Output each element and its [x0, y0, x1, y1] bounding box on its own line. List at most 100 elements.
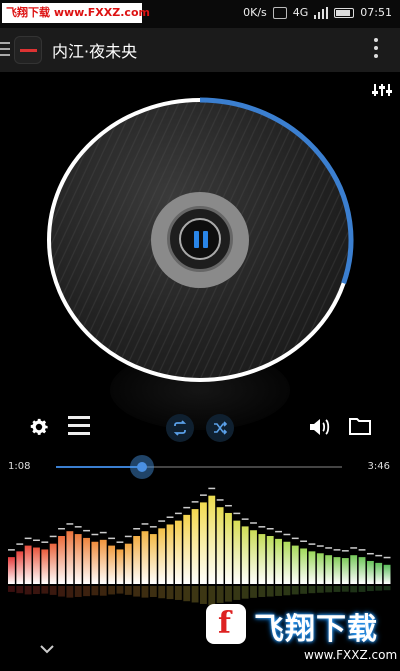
equalizer-icon[interactable] [372, 82, 392, 98]
spectrum-peak [333, 549, 341, 551]
spectrum-bar [375, 562, 383, 584]
spectrum-bar [58, 536, 65, 584]
spectrum-reflection [16, 586, 24, 594]
spectrum-bar [291, 545, 299, 584]
cast-icon [272, 6, 287, 19]
spectrum-bar [233, 520, 241, 584]
current-time: 1:08 [8, 461, 31, 472]
status-indicators: 0K/s 4G 07:51 [243, 6, 392, 19]
spectrum-bar [383, 564, 391, 584]
spectrum-peak [99, 531, 107, 534]
spectrum-peak [174, 512, 182, 515]
spectrum-peak [208, 487, 216, 490]
spectrum-peak [58, 528, 65, 530]
spectrum-peak [33, 539, 40, 542]
spectrum-bar [283, 541, 291, 584]
spectrum-peak [108, 537, 116, 540]
spectrum-peak [366, 552, 374, 555]
spectrum-bar [116, 549, 124, 584]
spectrum-peak [300, 540, 308, 542]
spectrum-bar [124, 543, 132, 584]
spectrum-reflection [266, 586, 274, 597]
spectrum-reflection [166, 586, 174, 600]
spectrum-peak [350, 547, 358, 549]
seek-bar[interactable] [56, 466, 342, 468]
spectrum-reflection [291, 586, 299, 595]
more-options-icon[interactable] [374, 38, 378, 60]
spectrum-bar [183, 514, 191, 584]
spectrum-bar [74, 534, 82, 584]
spectrum-bar [258, 534, 266, 584]
spectrum-bar [350, 555, 358, 584]
spectrum-peak [325, 547, 333, 549]
spectrum-peak [291, 537, 299, 540]
spectrum-reflection [308, 586, 316, 594]
spectrum-bar [241, 526, 249, 584]
spectrum-reflection [275, 586, 282, 596]
spectrum-peak [41, 541, 49, 543]
spectrum-bar [133, 536, 141, 584]
spectrum-peak [316, 545, 324, 547]
watermark-url: www.FXXZ.com [304, 648, 398, 662]
menu-icon[interactable] [0, 40, 10, 58]
spectrum-peak [8, 549, 15, 551]
spectrum-reflection [233, 586, 241, 600]
spectrum-reflection [83, 586, 90, 597]
spectrum-peak [200, 494, 207, 496]
spectrum-peak [66, 523, 74, 525]
spectrum-bar [316, 553, 324, 584]
spectrum-peak [266, 528, 274, 530]
spectrum-reflection [141, 586, 149, 598]
chevron-down-icon[interactable] [40, 644, 54, 654]
shuffle-icon [214, 421, 228, 435]
spectrum-bar [108, 545, 116, 584]
spectrum-reflection [241, 586, 249, 599]
spectrum-peak [16, 543, 24, 545]
spectrum-bar [300, 548, 308, 584]
folder-icon[interactable] [348, 416, 372, 436]
spectrum-peak [141, 523, 149, 525]
total-time: 3:46 [367, 461, 390, 472]
spectrum-bar [166, 524, 174, 584]
shuffle-button[interactable] [206, 414, 234, 442]
spectrum-reflection [358, 586, 366, 592]
playlist-icon[interactable] [68, 416, 90, 438]
spectrum-bar [66, 531, 74, 584]
spectrum-bar [141, 531, 149, 584]
spectrum-bar [158, 528, 166, 584]
spectrum-peak [250, 522, 257, 524]
spectrum-peak [24, 537, 32, 540]
spectrum-peak [166, 516, 174, 518]
spectrum-bar [250, 530, 257, 584]
spectrum-reflection [99, 586, 107, 596]
album-disc [45, 96, 355, 384]
settings-gear-icon[interactable] [28, 416, 50, 438]
spectrum-peak [308, 543, 316, 545]
spectrum-bar [99, 539, 107, 584]
spectrum-peak [49, 535, 57, 538]
repeat-icon [173, 420, 187, 436]
repeat-button[interactable] [166, 414, 194, 442]
seek-thumb[interactable] [129, 455, 154, 479]
battery-icon [334, 7, 355, 18]
spectrum-reflection [74, 586, 82, 597]
spectrum-peak [341, 550, 349, 552]
seek-bar-fill [56, 466, 142, 468]
spectrum-reflection [316, 586, 324, 593]
spectrum-reflection [24, 586, 32, 595]
spectrum-reflection [300, 586, 308, 594]
volume-icon[interactable] [308, 416, 332, 438]
spectrum-reflection [33, 586, 40, 595]
spectrum-bar [41, 549, 49, 584]
spectrum-peak [83, 529, 90, 532]
spectrum-bar [91, 541, 99, 584]
spectrum-peak [158, 520, 166, 522]
spectrum-reflection [158, 586, 166, 599]
pause-button[interactable] [179, 218, 221, 260]
watermark-logo: 飞翔下载 www.FXXZ.com [200, 600, 398, 666]
spectrum-bar [333, 557, 341, 584]
spectrum-bar [200, 502, 207, 584]
spectrum-reflection [149, 586, 157, 597]
clock: 07:51 [360, 6, 392, 19]
spectrum-reflection [108, 586, 116, 595]
